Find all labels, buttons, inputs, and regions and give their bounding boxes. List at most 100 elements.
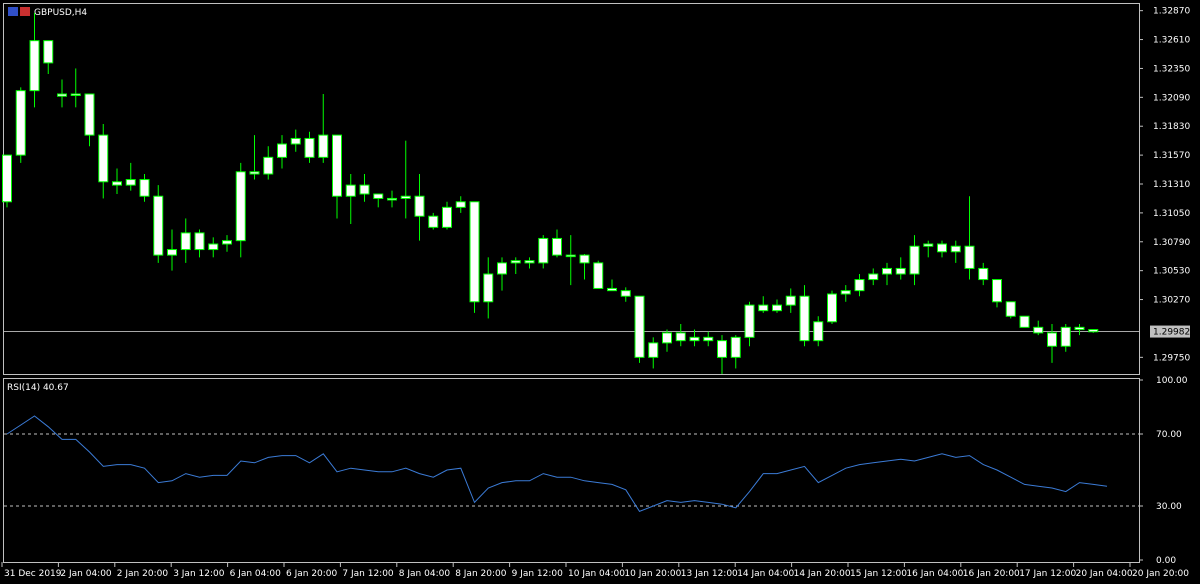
time-axis-label: 6 Jan 20:00	[286, 569, 338, 579]
time-axis-label: 20 Jan 20:00	[1132, 569, 1189, 579]
candle	[112, 168, 122, 194]
candle	[57, 79, 67, 108]
candle-body-bull	[442, 206, 452, 228]
candle-body-bull	[318, 134, 329, 158]
candle	[813, 316, 824, 347]
candle-body-bull	[70, 93, 81, 96]
candle-body-bear	[414, 195, 425, 217]
candle-body-bull	[689, 336, 700, 342]
candle	[593, 260, 604, 289]
candle-body-bear	[1019, 315, 1030, 328]
candle-body-bull	[483, 273, 494, 303]
chart-canvas[interactable]: GBPUSD,H4 1.328701.326101.323501.320901.…	[0, 0, 1200, 584]
candle	[414, 174, 425, 241]
time-axis-label: 16 Jan 20:00	[963, 569, 1020, 579]
candle	[318, 94, 329, 163]
candle	[772, 299, 782, 313]
candle	[758, 296, 769, 313]
candle-body-bull	[400, 195, 411, 199]
candle	[455, 196, 466, 213]
rsi-levels	[4, 433, 1139, 507]
candle	[373, 193, 384, 208]
candle	[992, 279, 1002, 308]
candle	[332, 134, 342, 219]
candle	[194, 229, 205, 258]
candle-body-bull	[909, 245, 920, 275]
candle-body-bull	[950, 245, 961, 253]
candle	[1005, 301, 1016, 319]
candle-body-bull	[662, 332, 672, 344]
candle	[1074, 324, 1085, 336]
rsi-axis: 100.00 70.00 30.00 0.00	[1139, 376, 1188, 566]
candle-body-bear	[428, 215, 439, 228]
candle	[98, 124, 109, 199]
candle	[717, 335, 727, 374]
candle-body-bull	[387, 197, 397, 201]
rsi-axis-label: 30.00	[1156, 502, 1182, 512]
candle-body-bear	[675, 332, 686, 342]
candle-body-bull	[180, 232, 191, 251]
candle	[139, 174, 150, 202]
rsi-line	[6, 415, 1108, 513]
candle	[345, 174, 356, 224]
candle	[70, 68, 81, 108]
candle	[304, 131, 315, 163]
candle-body-bull	[15, 90, 26, 156]
candle	[235, 162, 246, 258]
candle-body-bear	[1005, 301, 1016, 317]
rsi-indicator-label: RSI(14) 40.67	[7, 383, 69, 393]
candle	[868, 268, 879, 286]
candle-body-bear	[43, 40, 54, 64]
candle	[497, 257, 507, 291]
candle-body-bull	[868, 273, 879, 281]
candle	[153, 185, 164, 263]
candle	[730, 335, 741, 369]
candle-body-bull	[840, 290, 851, 295]
candle-body-bull	[277, 143, 287, 158]
candle-body-bull	[222, 240, 232, 245]
flag-us-icon	[20, 7, 30, 16]
price-axis-label: 1.32870	[1153, 7, 1190, 17]
price-axis-label: 1.31310	[1153, 180, 1190, 190]
rsi-label: RSI(14) 40.67	[7, 383, 69, 393]
candle	[978, 262, 989, 286]
candle	[249, 135, 260, 180]
rsi-axis-label: 70.00	[1156, 430, 1182, 440]
time-axis-label: 7 Jan 12:00	[342, 569, 394, 579]
candle	[29, 12, 40, 108]
candle-body-bear	[139, 179, 150, 197]
price-axis-label: 1.30530	[1153, 267, 1190, 277]
candle-body-bear	[717, 340, 727, 358]
candle-body-bull	[813, 321, 824, 342]
candle	[400, 140, 411, 219]
candle-body-bear	[593, 262, 604, 289]
candle-body-bear	[1074, 326, 1085, 331]
candle-body-bear	[373, 193, 384, 199]
time-axis-label: 3 Jan 12:00	[173, 569, 225, 579]
candle	[909, 235, 920, 286]
price-axis-label: 1.31570	[1153, 151, 1190, 161]
candle	[634, 295, 645, 363]
price-axis-label: 1.30270	[1153, 296, 1190, 306]
candle	[607, 279, 617, 292]
candle	[359, 174, 370, 202]
candle-body-bull	[455, 201, 466, 208]
candle-body-bull	[923, 243, 934, 247]
rsi-axis-label: 0.00	[1156, 556, 1176, 566]
candle	[43, 40, 54, 74]
candle-body-bull	[772, 304, 782, 312]
candle-body-bear	[799, 295, 810, 342]
candle-body-bear	[620, 290, 631, 297]
time-axis-label: 20 Jan 04:00	[1076, 569, 1133, 579]
candle	[1088, 329, 1099, 333]
candle	[675, 324, 686, 347]
candle-body-bear	[703, 336, 714, 342]
candle	[565, 235, 576, 286]
time-axis-label: 31 Dec 2019	[4, 569, 62, 579]
current-price-label: 1.29982	[1153, 328, 1190, 338]
price-axis: 1.32870 1.32610 1.32350 1.32090 1.31830 1.315…	[1139, 7, 1190, 363]
candle-body-bear	[249, 171, 260, 175]
candle	[840, 285, 851, 302]
candle-body-bull	[744, 304, 755, 338]
time-axis: 31 Dec 20192 Jan 04:00 2 Jan 20:00 3 Jan 1…	[1, 562, 1189, 579]
